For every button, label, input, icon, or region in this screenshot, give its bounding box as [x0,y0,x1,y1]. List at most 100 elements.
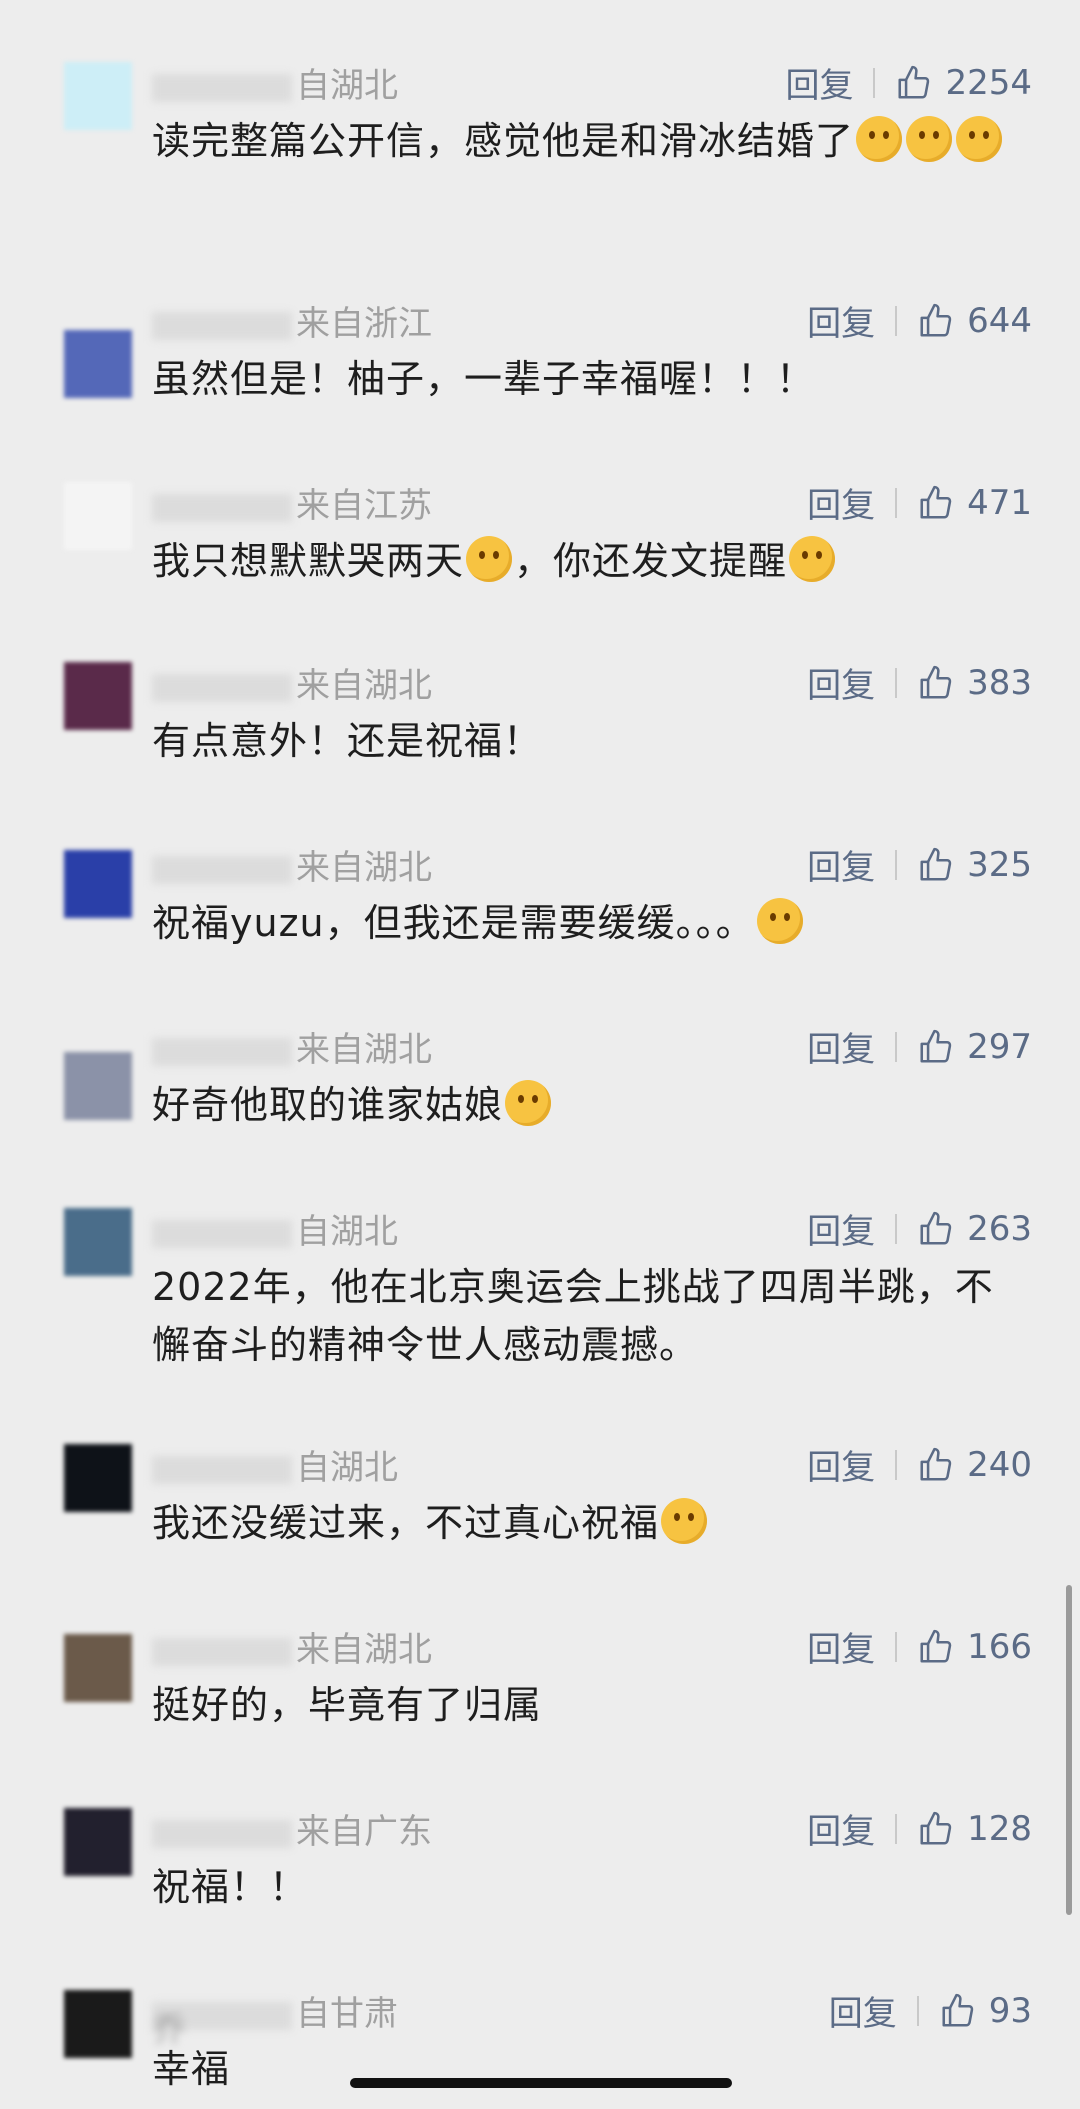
like-button[interactable]: 383 [917,663,1032,703]
reply-button[interactable]: 回复 [807,478,895,527]
like-button[interactable]: 128 [917,1809,1032,1849]
thumbs-up-icon [917,846,967,884]
avatar[interactable] [64,1634,132,1702]
comment-actions: 回复 166 [807,1622,1032,1671]
comment-author[interactable]: 来自湖北 [152,1022,432,1071]
comment-text-content: 我还没缓过来，不过真心祝福 [152,1501,660,1545]
home-indicator[interactable] [350,2078,732,2088]
comment-text-content: ，你还发文提醒 [514,539,788,583]
comment-actions: 回复 325 [807,840,1032,889]
like-count: 297 [967,1026,1032,1067]
avatar[interactable] [64,62,132,130]
action-divider [895,1813,898,1844]
comment-text-content: 有点意外！还是祝福！ [152,719,543,763]
comment-author[interactable]: 乔自甘肃 [152,1986,398,2050]
like-button[interactable]: 471 [917,483,1032,523]
avatar[interactable] [64,482,132,550]
thumbs-up-icon [917,664,967,702]
action-divider [895,1031,898,1062]
like-count: 263 [967,1208,1032,1249]
reply-button[interactable]: 回复 [785,58,873,107]
comment-author[interactable]: 自湖北 [152,58,398,107]
comment-actions: 回复 93 [829,1986,1032,2035]
scrollbar[interactable] [1066,1585,1072,1915]
masked-username [152,1819,292,1848]
action-divider [895,1449,898,1480]
comment-item: 自湖北 回复 240 我还没缓过来，不过真心祝福 [0,1440,1080,1610]
comment-location: 来自浙江 [296,304,432,344]
avatar[interactable] [64,1208,132,1276]
comment-text: 读完整篇公开信，感觉他是和滑冰结婚了 [152,112,1032,170]
reply-button[interactable]: 回复 [807,1440,895,1489]
emoji-icon [906,116,953,162]
comment-actions: 回复 644 [807,296,1032,345]
comment-text: 幸福 [152,2040,1032,2098]
avatar[interactable] [64,850,132,918]
comment-text: 挺好的，毕竟有了归属 [152,1676,1032,1734]
avatar[interactable] [64,1052,132,1120]
thumbs-up-icon [917,1810,967,1848]
action-divider [916,1995,919,2026]
reply-button[interactable]: 回复 [807,1804,895,1853]
avatar[interactable] [64,1808,132,1876]
like-count: 166 [967,1626,1032,1667]
reply-button[interactable]: 回复 [807,1204,895,1253]
like-button[interactable]: 2254 [895,63,1032,103]
reply-button[interactable]: 回复 [807,1622,895,1671]
comment-text: 有点意外！还是祝福！ [152,712,1032,770]
comment-text-content: 祝福yuzu，但我还是需要缓缓。。。 [152,901,755,945]
comment-author[interactable]: 来自湖北 [152,658,432,707]
comment-actions: 回复 263 [807,1204,1032,1253]
like-button[interactable]: 297 [917,1027,1032,1067]
avatar[interactable] [64,662,132,730]
thumbs-up-icon [917,1210,967,1248]
comment-author[interactable]: 来自湖北 [152,1622,432,1671]
comment-location: 来自广东 [296,1812,432,1852]
like-button[interactable]: 263 [917,1209,1032,1249]
reply-button[interactable]: 回复 [807,1022,895,1071]
comment-location: 自甘肃 [296,1994,398,2034]
like-count: 325 [967,844,1032,885]
comment-actions: 回复 128 [807,1804,1032,1853]
comment-text: 祝福！！ [152,1858,1032,1916]
like-button[interactable]: 644 [917,301,1032,341]
avatar[interactable] [64,1444,132,1512]
comment-author[interactable]: 来自江苏 [152,478,432,527]
comment-item: 来自江苏 回复 471 我只想默默哭两天 ，你还发文提醒 [0,478,1080,648]
like-button[interactable]: 240 [917,1445,1032,1485]
reply-button[interactable]: 回复 [829,1986,917,2035]
comment-actions: 回复 383 [807,658,1032,707]
comment-text-content: 我只想默默哭两天 [152,539,465,583]
comment-author[interactable]: 来自浙江 [152,296,432,345]
comment-text: 虽然但是！柚子，一辈子幸福喔！！！ [152,350,1032,408]
comment-author[interactable]: 自湖北 [152,1440,398,1489]
comment-text-content: 虽然但是！柚子，一辈子幸福喔！！！ [152,357,816,401]
like-button[interactable]: 166 [917,1627,1032,1667]
comment-item: 来自广东 回复 128 祝福！！ [0,1804,1080,1974]
thumbs-up-icon [917,1028,967,1066]
masked-username [152,673,292,702]
masked-username [152,1219,292,1248]
comment-author[interactable]: 来自广东 [152,1804,432,1853]
emoji-icon [661,1498,708,1544]
comment-text: 我还没缓过来，不过真心祝福 [152,1494,1032,1552]
like-count: 93 [988,1990,1032,2031]
masked-username [152,311,292,340]
masked-username [152,1455,292,1484]
like-count: 644 [967,300,1032,341]
avatar[interactable] [64,1990,132,2058]
avatar[interactable] [64,330,132,398]
comment-author[interactable]: 自湖北 [152,1204,398,1253]
reply-button[interactable]: 回复 [807,658,895,707]
action-divider [895,1631,898,1662]
reply-button[interactable]: 回复 [807,840,895,889]
action-divider [895,305,898,336]
action-divider [895,487,898,518]
masked-username [152,1037,292,1066]
comment-author[interactable]: 来自湖北 [152,840,432,889]
like-button[interactable]: 325 [917,845,1032,885]
emoji-icon [956,116,1003,162]
like-button[interactable]: 93 [939,1991,1032,2031]
masked-username [152,855,292,884]
reply-button[interactable]: 回复 [807,296,895,345]
